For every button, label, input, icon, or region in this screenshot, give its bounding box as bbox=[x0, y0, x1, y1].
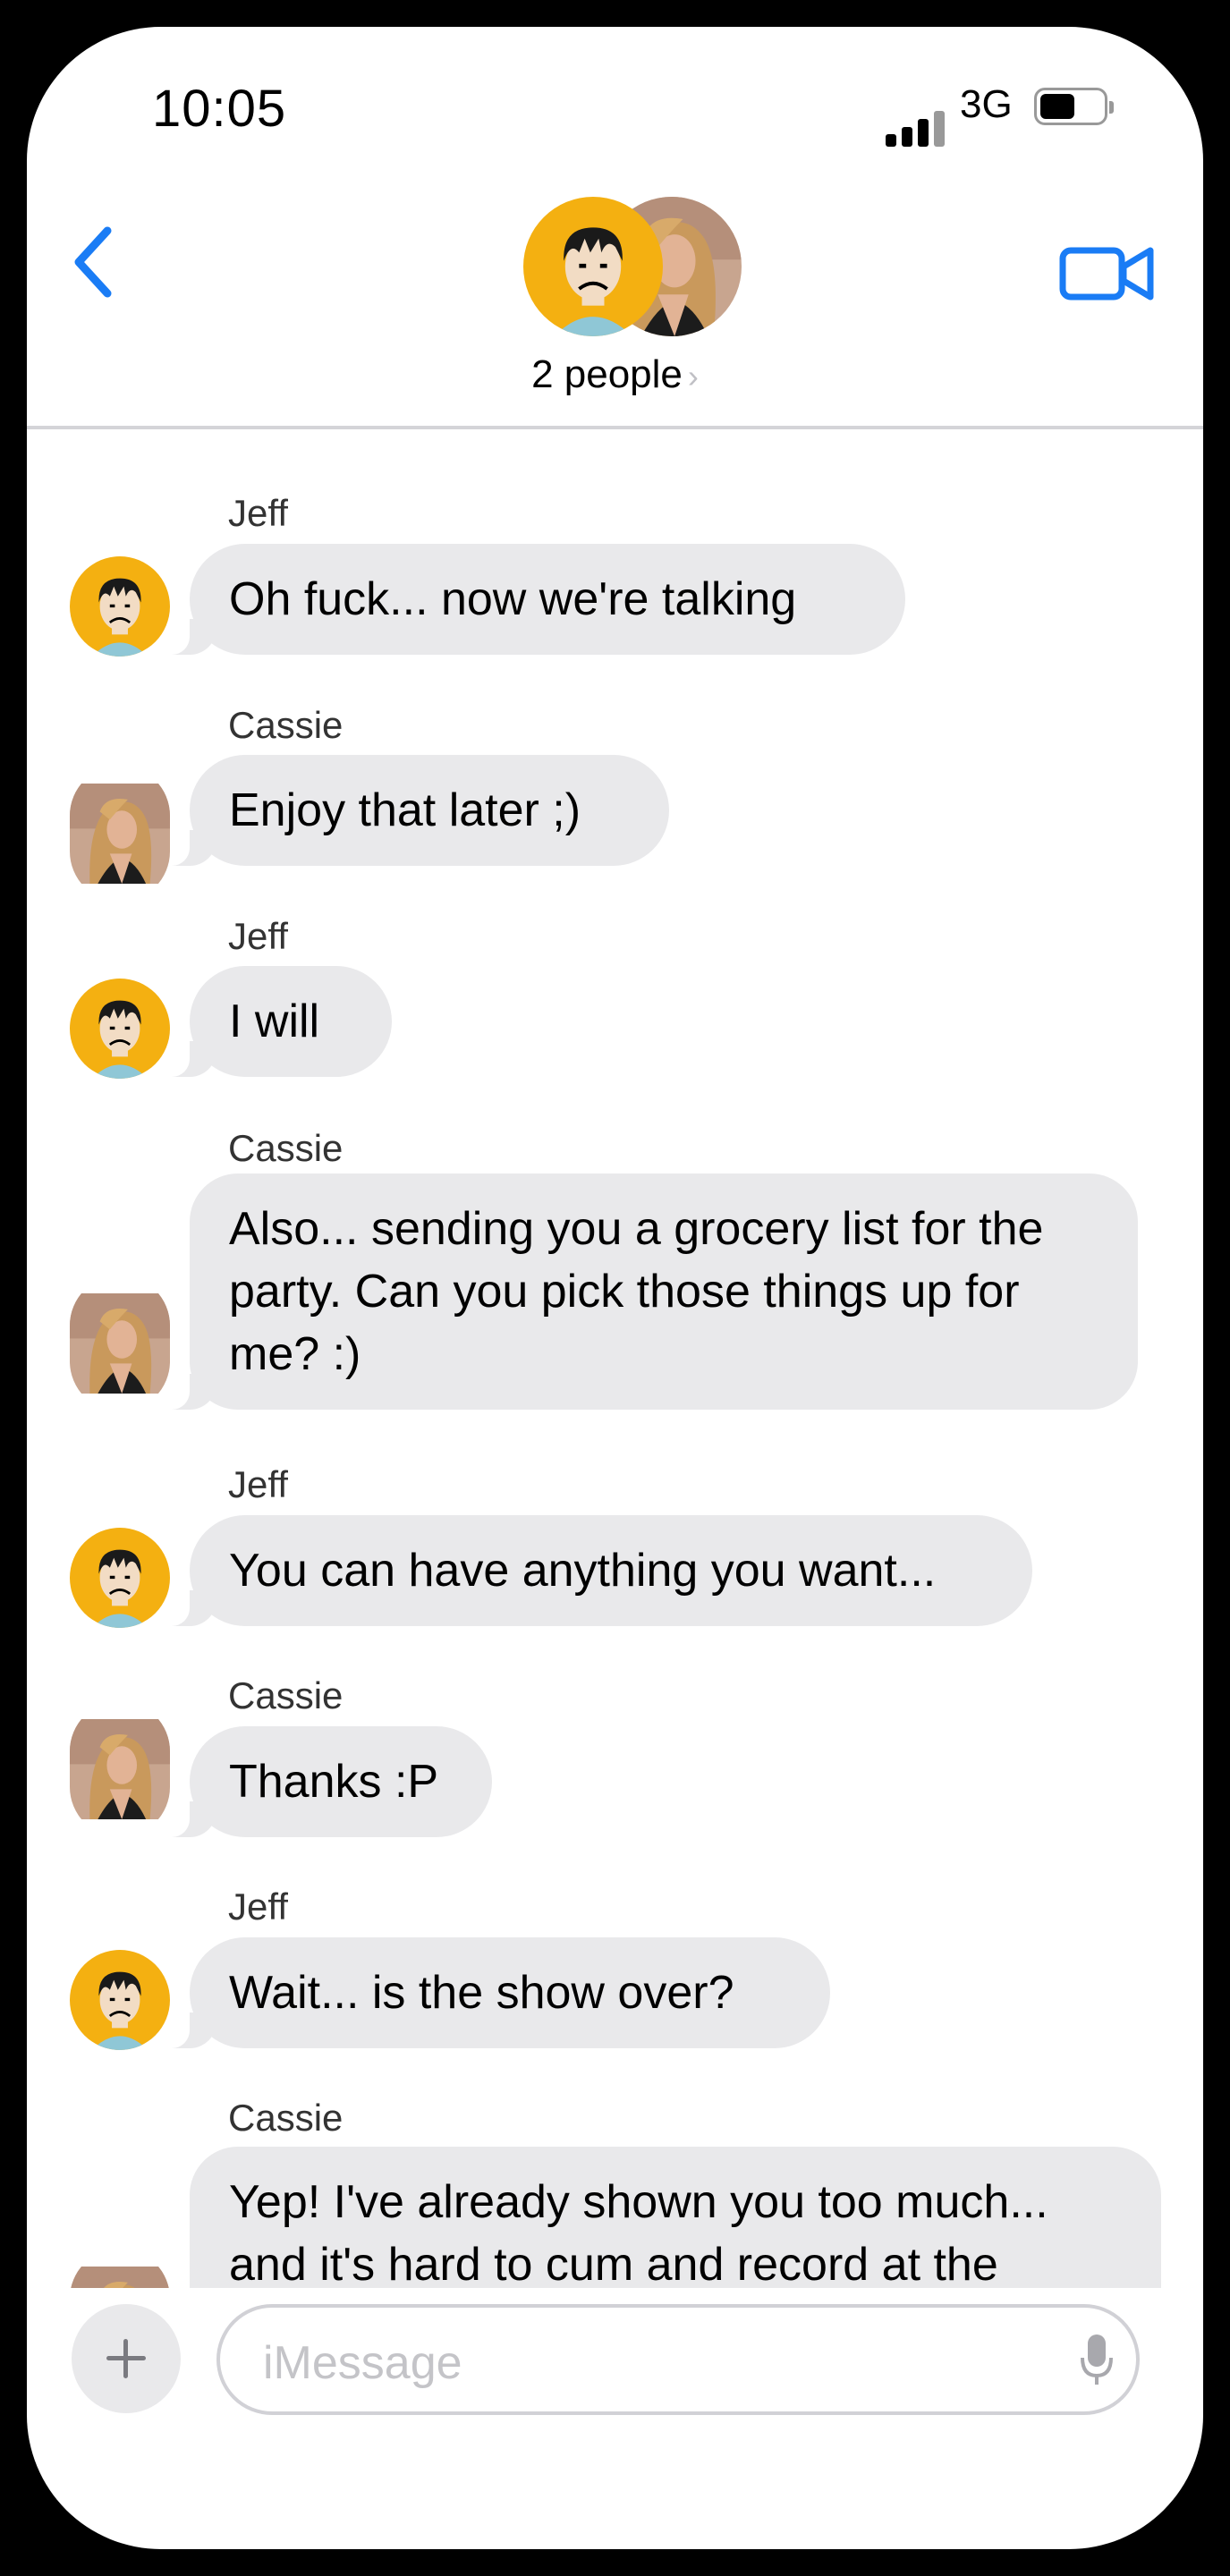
group-people-link[interactable]: 2 people › bbox=[27, 352, 1203, 397]
sender-name: Jeff bbox=[228, 492, 288, 534]
status-time: 10:05 bbox=[152, 80, 287, 138]
back-chevron-icon[interactable] bbox=[63, 222, 125, 302]
message-bubble[interactable]: Also... sending you a grocery list for t… bbox=[163, 1174, 1138, 1410]
message-bubble[interactable]: Enjoy that later ;) bbox=[163, 755, 669, 866]
group-avatar-jeff[interactable] bbox=[523, 197, 663, 336]
sender-name: Jeff bbox=[228, 915, 288, 957]
microphone-icon[interactable] bbox=[1079, 2331, 1115, 2388]
message-bubble[interactable]: Yep! I've already shown you too much... … bbox=[190, 2147, 1161, 2288]
message-bubble[interactable]: Oh fuck... now we're talking bbox=[163, 544, 905, 655]
avatar-cassie bbox=[70, 2249, 170, 2288]
screen: 10:05 3G 2 people › Jeff Oh fuck... now w… bbox=[27, 27, 1203, 2549]
sender-name: Cassie bbox=[228, 2097, 344, 2139]
people-count-label: 2 people bbox=[531, 352, 683, 396]
avatar-jeff bbox=[70, 1950, 170, 2050]
chevron-right-icon: › bbox=[687, 358, 699, 394]
avatar-jeff bbox=[70, 556, 170, 657]
sender-name: Jeff bbox=[228, 1885, 288, 1928]
sender-name: Cassie bbox=[228, 1674, 344, 1716]
message-bubble[interactable]: Wait... is the show over? bbox=[163, 1937, 830, 2048]
sender-name: Cassie bbox=[228, 1127, 344, 1169]
avatar-cassie bbox=[70, 766, 170, 902]
signal-icon bbox=[886, 107, 948, 147]
imessage-placeholder: iMessage bbox=[263, 2337, 462, 2389]
message-bubble[interactable]: I will bbox=[163, 966, 392, 1077]
phone-frame: 10:05 3G 2 people › Jeff Oh fuck... now w… bbox=[0, 0, 1230, 2576]
sender-name: Cassie bbox=[228, 704, 344, 746]
sender-name: Jeff bbox=[228, 1463, 288, 1505]
message-bubble[interactable]: Thanks :P bbox=[163, 1726, 492, 1837]
message-thread[interactable]: Jeff Oh fuck... now we're talking Cassie… bbox=[27, 429, 1203, 2288]
avatar-cassie bbox=[70, 1275, 170, 1411]
avatar-jeff bbox=[70, 1528, 170, 1628]
avatar-cassie bbox=[70, 1701, 170, 1837]
message-bubble[interactable]: You can have anything you want... bbox=[163, 1515, 1032, 1626]
avatar-jeff bbox=[70, 979, 170, 1079]
video-call-icon[interactable] bbox=[1057, 233, 1158, 315]
plus-icon[interactable] bbox=[72, 2304, 181, 2413]
battery-icon bbox=[1034, 88, 1114, 125]
imessage-input[interactable]: iMessage bbox=[216, 2304, 1140, 2415]
network-type: 3G bbox=[960, 82, 1013, 126]
